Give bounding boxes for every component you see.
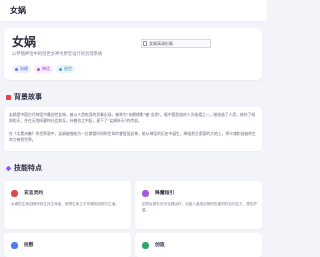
tag-dot-icon [15,67,18,71]
feature-card[interactable]: 玄言灵约 女娲的生命回响所到生存生命者，使得生命之中灵魂找到依归之道。 [4,181,131,229]
feature-description: 女娲的生命回响所到生存生命者，使得生命之中灵魂找到依归之道。 [11,202,119,206]
story-card: 女娲是中国古代神话中最创世女神，被以人首蛇身的形象出现，被称为"玄鹤缘影"被"女… [4,107,262,151]
tag-creation[interactable]: 创世 [56,65,75,73]
top-bar: 女娲 [0,0,267,22]
feature-title: 玄言灵约 [24,191,44,196]
feature-card[interactable]: 创造 [135,233,262,257]
feature-card[interactable]: 抚慰 [4,233,131,257]
create-icon [142,242,149,249]
tag-list: 治理 神话 创世 [12,65,75,73]
tag-governance[interactable]: 治理 [12,65,31,73]
tag-dot-icon [59,67,62,71]
tag-label: 创世 [64,66,72,71]
app-title: 女娲 [10,6,26,15]
section-heading-features: 技能特点 [5,164,42,173]
hero-card: 女娲 以伴随神话中的创世女神为原型设计的治理系统 治理 神话 创世 女娲高清形象 [4,28,262,80]
feature-title: 创造 [155,243,165,248]
feature-description: 如同女娲在补天治理运作，对敌人造成巨神的伤害同时治疗友方，提供护盾。 [142,202,257,212]
sparkle-icon [5,165,12,172]
hero-subtitle: 以伴随神话中的创世女神为原型设计的治理系统 [12,52,103,57]
tag-label: 神话 [42,66,50,71]
feature-card[interactable]: 降魔指引 如同女娲在补天治理运作，对敌人造成巨神的伤害同时治疗友方，提供护盾。 [135,181,262,229]
section-title: 背景故事 [14,93,42,101]
story-paragraph: 在《太素诗集》的世界观中，女娲被描绘为一位掌管时间和生命的睿智慧女神，她从神话的… [9,131,256,142]
hero-image-alt: 女娲高清形象 [149,41,173,46]
hero-image: 女娲高清形象 [141,39,211,48]
section-title: 技能特点 [14,164,42,172]
guide-icon [142,190,149,197]
tag-dot-icon [37,67,40,71]
crystal-icon [11,190,18,197]
book-icon [6,95,11,100]
feature-title: 抚慰 [24,243,34,248]
section-heading-background: 背景故事 [6,93,42,102]
tag-label: 治理 [20,66,28,71]
tag-mythology[interactable]: 神话 [34,65,53,73]
hero-title: 女娲 [12,35,37,49]
soothe-icon [11,242,18,249]
broken-image-icon [143,41,147,46]
story-paragraph: 女娲是中国古代神话中最创世女神，被以人首蛇身的形象出现，被称为"玄鹤缘影"被"女… [9,112,256,123]
feature-title: 降魔指引 [155,191,175,196]
